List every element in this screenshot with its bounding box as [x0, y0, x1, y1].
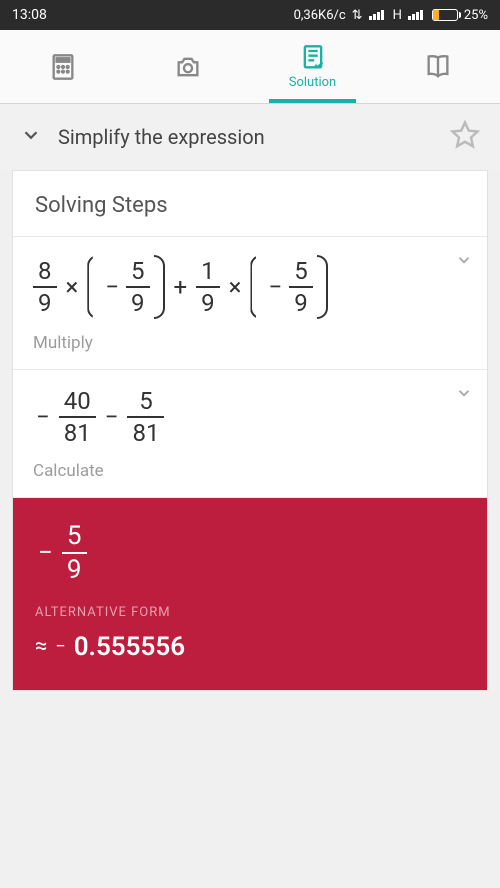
steps-card: Solving Steps 89 × − 59 + 19 × − 59 Mult…	[12, 170, 488, 691]
tab-book[interactable]	[375, 30, 500, 103]
battery-icon	[432, 9, 458, 21]
step-2[interactable]: − 4081 − 581 Calculate	[13, 370, 487, 498]
data-transfer-icon: ⇅	[352, 8, 363, 23]
expand-step-icon[interactable]	[455, 251, 473, 273]
fraction: 59	[289, 258, 313, 317]
card-heading: Solving Steps	[13, 171, 487, 237]
fraction: 59	[62, 522, 87, 585]
status-bar: 13:08 0,36K6/c ⇅ H 25%	[0, 0, 500, 30]
status-time: 13:08	[12, 7, 294, 23]
page-title: Simplify the expression	[58, 125, 450, 149]
step-1-expression: 89 × − 59 + 19 × − 59	[33, 255, 467, 319]
calculator-icon	[49, 53, 77, 81]
status-right: 0,36K6/c ⇅ H 25%	[294, 8, 488, 23]
book-icon	[424, 53, 452, 81]
tab-camera[interactable]	[125, 30, 250, 103]
content: Solving Steps 89 × − 59 + 19 × − 59 Mult…	[0, 170, 500, 703]
tab-calculator[interactable]	[0, 30, 125, 103]
title-bar: Simplify the expression	[0, 104, 500, 170]
signal-icon	[369, 10, 387, 20]
battery-percent: 25%	[464, 8, 488, 23]
tab-solution[interactable]: Solution	[250, 30, 375, 103]
status-speed: 0,36K6/c	[294, 8, 346, 23]
fraction: 581	[127, 388, 164, 447]
fraction: 4081	[59, 388, 96, 447]
favorite-button[interactable]	[450, 120, 480, 154]
network-label: H	[393, 8, 402, 23]
fraction: 59	[126, 258, 150, 317]
result-expression: − 59	[35, 522, 465, 585]
tab-bar: Solution	[0, 30, 500, 104]
expand-step-icon[interactable]	[455, 384, 473, 406]
fraction: 89	[33, 258, 57, 317]
alternative-form-value: ≈ − 0.555556	[35, 632, 465, 662]
alternative-form-title: ALTERNATIVE FORM	[35, 605, 465, 620]
collapse-icon[interactable]	[20, 124, 42, 150]
solution-icon	[299, 44, 327, 72]
step-2-expression: − 4081 − 581	[33, 388, 467, 447]
tab-solution-label: Solution	[289, 75, 336, 90]
result-panel: − 59 ALTERNATIVE FORM ≈ − 0.555556	[13, 498, 487, 690]
paren-group: − 59	[250, 255, 327, 319]
step-1[interactable]: 89 × − 59 + 19 × − 59 Multiply	[13, 237, 487, 370]
step-2-label: Calculate	[33, 461, 467, 481]
paren-group: − 59	[87, 255, 164, 319]
fraction: 19	[196, 258, 220, 317]
step-1-label: Multiply	[33, 333, 467, 353]
signal-icon-2	[408, 10, 426, 20]
camera-icon	[174, 53, 202, 81]
